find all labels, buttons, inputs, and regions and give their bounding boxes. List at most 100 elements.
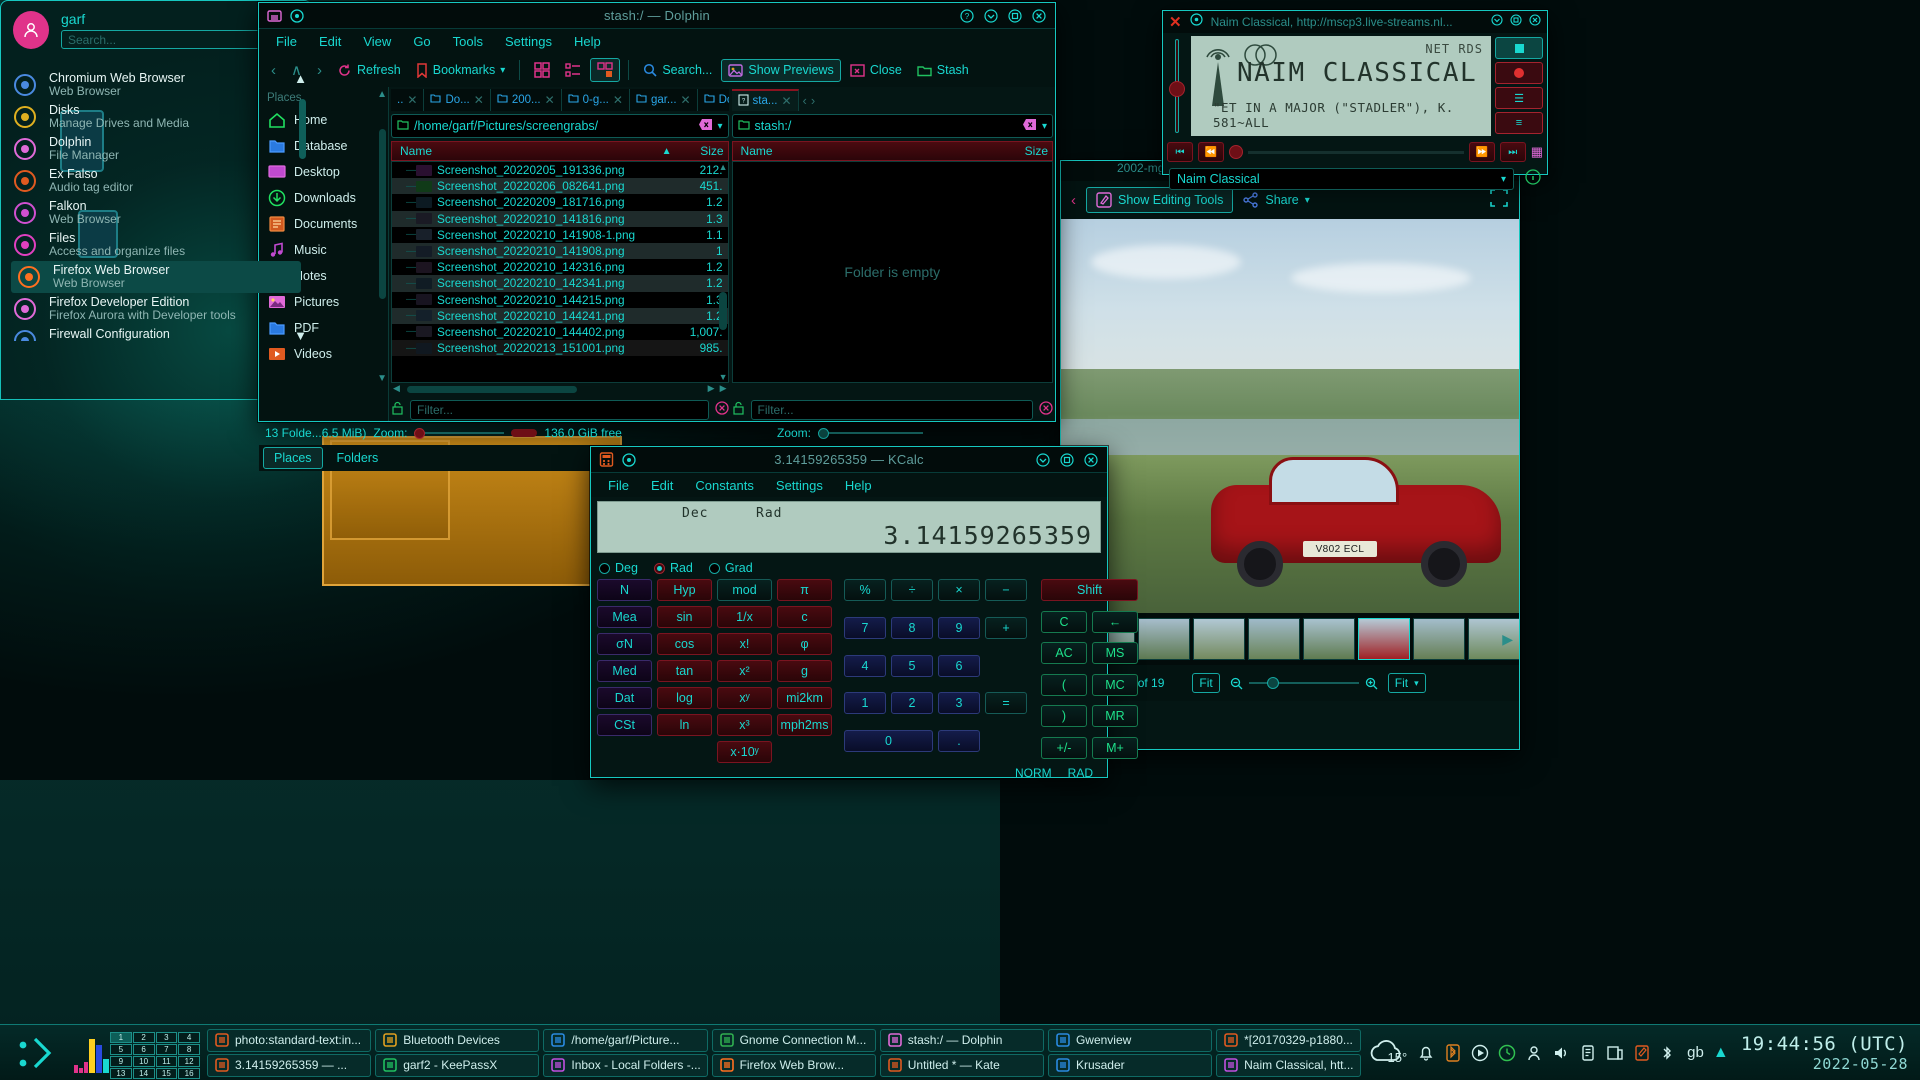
kcalc-key-x[interactable]: x! [717,633,772,655]
taskbar-task[interactable]: Inbox - Local Folders -... [543,1054,707,1077]
radio-grid-icon[interactable]: ▦ [1531,144,1543,160]
desktop-pager[interactable]: 12345678910111213141516 [109,1031,201,1075]
column-name[interactable]: Name [733,144,996,158]
zoom-mode-select[interactable]: Fit ▾ [1388,673,1426,693]
taskbar-task[interactable]: stash:/ — Dolphin [880,1029,1044,1052]
kcalc-key-0[interactable]: 0 [844,730,933,752]
file-name[interactable]: Screenshot_20220210_144215.png [437,293,676,307]
gwenview-image[interactable]: V802 ECL [1061,219,1519,613]
lock-icon[interactable] [732,401,745,420]
table-row[interactable]: —Screenshot_20220210_144402.png1,007. [392,324,728,340]
icon-zoom-slider[interactable] [414,428,504,438]
pager-desktop-2[interactable]: 2 [133,1032,155,1043]
kcalc-key-[interactable]: % [844,579,886,601]
app-list-item[interactable]: DolphinFile Manager [1,133,311,165]
kcalc-key-Mea[interactable]: Mea [597,606,652,628]
app-list-item[interactable]: Firefox Developer EditionFirefox Aurora … [1,293,311,325]
start-button[interactable] [0,1025,74,1080]
kcalc-key-[interactable]: +/- [1041,737,1087,759]
station-select[interactable]: Naim Classical ▾ [1169,168,1514,190]
zoom-out-icon[interactable] [1230,677,1243,690]
tab-close-icon[interactable]: ✕ [681,93,691,107]
taskbar-task[interactable]: Gwenview [1048,1029,1212,1052]
clear-filter-icon[interactable] [715,401,729,420]
radio-button-selected[interactable] [654,563,665,574]
radio-close-icon[interactable]: ✕ [1169,13,1182,31]
file-name[interactable]: Screenshot_20220210_141908-1.png [437,228,676,242]
menu-settings[interactable]: Settings [494,32,563,51]
right-filter-row[interactable]: Filter... [732,399,1053,421]
file-name[interactable]: Screenshot_20220210_142316.png [437,260,676,274]
clear-filter-icon[interactable] [1039,401,1053,420]
kcalc-key-x[interactable]: x² [717,660,772,682]
tab-nav[interactable]: ‹› [799,89,820,111]
tray-expand-icon[interactable]: ▲ [1713,1044,1731,1062]
hscroll-end-icon[interactable]: ▶ [720,383,727,394]
editor-tray-icon[interactable] [1633,1044,1651,1062]
pager-desktop-10[interactable]: 10 [133,1056,155,1067]
app-list-scrollbar[interactable] [299,79,306,309]
radio-equalizer-button[interactable]: ☰ [1495,87,1543,109]
zoom-slider[interactable] [1249,677,1359,689]
task-list[interactable]: photo:standard-text:in...3.14159265359 —… [201,1026,1367,1080]
taskbar-task[interactable]: Gnome Connection M... [712,1029,876,1052]
kcalc-window[interactable]: 3.14159265359 — KCalc File Edit Constant… [590,446,1108,778]
kcalc-key-[interactable]: ← [1092,611,1138,633]
kcalc-key-[interactable]: = [985,692,1027,714]
zoom-slider-handle[interactable] [818,428,829,439]
menu-file[interactable]: File [265,32,308,51]
kcalc-key-x[interactable]: xʸ [717,687,772,709]
kcalc-key-log[interactable]: log [657,687,712,709]
taskbar-task[interactable]: garf2 - KeePassX [375,1054,539,1077]
kcalc-key-Med[interactable]: Med [597,660,652,682]
kcalc-key-[interactable]: ÷ [891,579,933,601]
app-list-item[interactable]: FalkonWeb Browser [1,197,311,229]
taskbar-task[interactable]: Naim Classical, htt... [1216,1054,1361,1077]
radio-deg[interactable]: Deg [599,561,638,575]
tab-scroll-left-icon[interactable]: ‹ [803,93,807,108]
kcalc-menu-settings[interactable]: Settings [765,476,834,495]
kde-connect-icon[interactable] [1498,1044,1516,1062]
view-icons-button[interactable] [528,59,556,81]
table-row[interactable]: —Screenshot_20220210_144215.png1.3 [392,292,728,308]
left-hscrollbar[interactable]: ◀ ▶ ▶ [391,383,729,396]
pager-desktop-3[interactable]: 3 [156,1032,178,1043]
view-compact-button[interactable] [559,59,587,81]
table-row[interactable]: —Screenshot_20220205_191336.png212. [392,162,728,178]
table-row[interactable]: —Screenshot_20220210_141908.png1 [392,243,728,259]
tab-3[interactable]: 0-g...✕ [562,89,630,111]
radio-info-icon[interactable] [1525,169,1541,190]
keyboard-layout[interactable]: gb [1687,1044,1704,1061]
kcalc-key-C[interactable]: C [1041,611,1087,633]
places-scrollbar-thumb[interactable] [379,129,386,299]
kcalc-key-4[interactable]: 4 [844,655,886,677]
zoom-control[interactable] [1230,677,1378,690]
app-list-item[interactable]: Firewall ConfigurationAn easy way to con… [1,325,311,341]
kcalc-key-9[interactable]: 9 [938,617,980,639]
kcalc-key-[interactable]: ) [1041,705,1087,727]
bottom-tab-folders[interactable]: Folders [327,448,389,468]
angle-mode-group[interactable]: Deg Rad Grad [591,557,1107,579]
kcalc-key-N[interactable]: N [597,579,652,601]
dolphin-window[interactable]: stash:/ — Dolphin ? File Edit View G [258,2,1056,422]
kcalc-menu-edit[interactable]: Edit [640,476,684,495]
kcalc-menu-constants[interactable]: Constants [684,476,765,495]
kcalc-key-mi2km[interactable]: mi2km [777,687,832,709]
table-row[interactable]: —Screenshot_20220210_144241.png1.2 [392,308,728,324]
radio-minimize-button[interactable] [1491,13,1503,31]
left-list-scrollbar-thumb[interactable] [719,292,727,330]
volume-handle[interactable] [1169,81,1185,97]
weather-widget[interactable]: 15° [1367,1036,1407,1070]
radio-grad[interactable]: Grad [709,561,753,575]
view-details-button[interactable] [590,58,620,82]
prev-track-button[interactable]: ⏮ [1167,142,1193,162]
right-file-list[interactable]: Folder is empty [732,161,1053,383]
pager-desktop-15[interactable]: 15 [156,1068,178,1079]
table-row[interactable]: —Screenshot_20220206_082641.png451. [392,178,728,194]
kcalc-key-[interactable]: φ [777,633,832,655]
kcalc-key-[interactable]: − [985,579,1027,601]
radio-rad[interactable]: Rad [654,561,693,575]
places-scrollbar[interactable] [378,103,387,363]
kcalc-number-block[interactable]: %÷×−789+456123=0. [844,579,1027,763]
column-size[interactable]: Size [672,144,728,158]
